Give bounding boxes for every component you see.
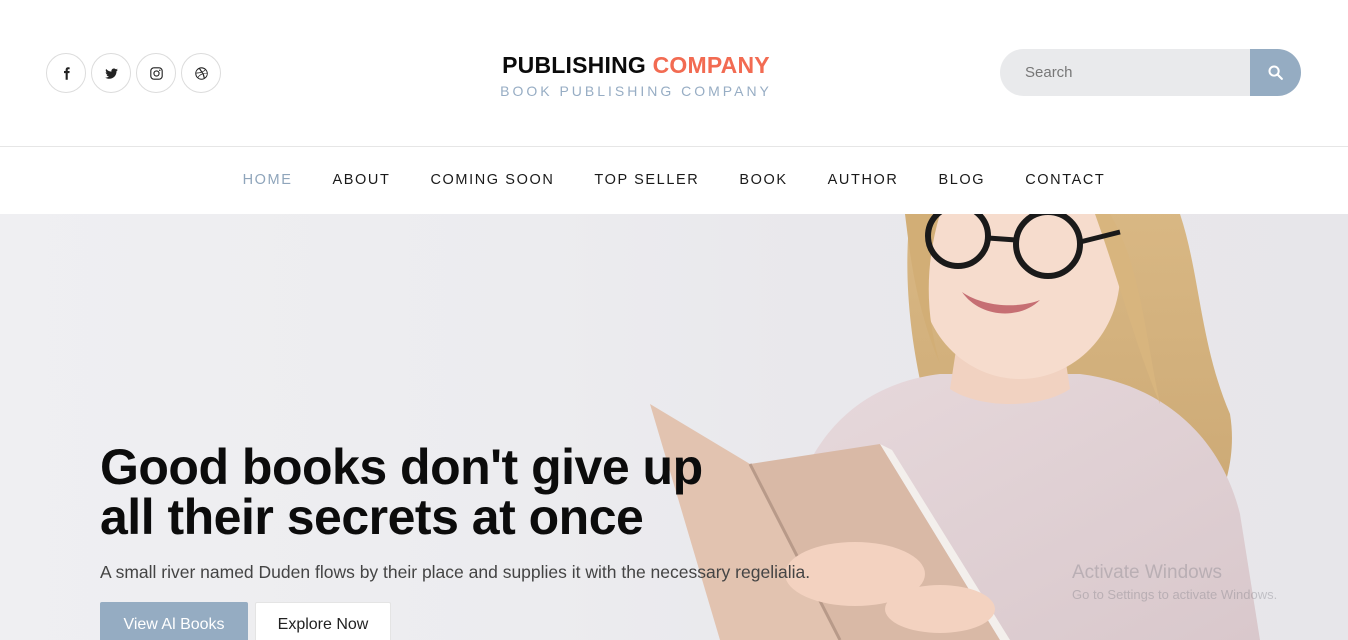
hero-text: Good books don't give up all their secre… xyxy=(100,442,810,583)
nav-item-home[interactable]: HOME xyxy=(223,172,313,188)
brand-logo[interactable]: PUBLISHING COMPANY BOOK PUBLISHING COMPA… xyxy=(474,50,798,99)
brand-name-part1: PUBLISHING xyxy=(502,52,646,78)
top-header: PUBLISHING COMPANY BOOK PUBLISHING COMPA… xyxy=(0,0,1348,146)
dribbble-icon xyxy=(194,66,208,80)
social-links xyxy=(46,53,221,93)
nav-item-book[interactable]: BOOK xyxy=(719,172,807,188)
instagram-icon xyxy=(149,66,163,80)
search-input[interactable] xyxy=(1000,49,1252,96)
facebook-link[interactable] xyxy=(46,53,86,93)
nav-item-about[interactable]: ABOUT xyxy=(313,172,411,188)
main-nav: HOME ABOUT COMING SOON TOP SELLER BOOK A… xyxy=(0,146,1348,214)
windows-activation-watermark: Activate Windows Go to Settings to activ… xyxy=(1072,562,1277,602)
watermark-subtitle: Go to Settings to activate Windows. xyxy=(1072,587,1278,602)
nav-item-contact[interactable]: CONTACT xyxy=(1005,172,1125,188)
hero-subtitle: A small river named Duden flows by their… xyxy=(100,562,811,582)
hero-title-line2: all their secrets at once xyxy=(100,489,644,545)
brand-name-part2: COMPANY xyxy=(652,52,770,78)
twitter-icon xyxy=(104,67,118,79)
brand-name: PUBLISHING COMPANY xyxy=(474,50,798,80)
hero-title: Good books don't give up all their secre… xyxy=(100,442,800,542)
nav-item-coming-soon[interactable]: COMING SOON xyxy=(410,172,574,188)
brand-tagline: BOOK PUBLISHING COMPANY xyxy=(500,83,772,99)
twitter-link[interactable] xyxy=(91,53,131,93)
nav-item-top-seller[interactable]: TOP SELLER xyxy=(574,172,719,188)
explore-now-button[interactable]: Explore Now xyxy=(255,602,391,640)
nav-item-blog[interactable]: BLOG xyxy=(918,172,1005,188)
hero-section: Good books don't give up all their secre… xyxy=(0,214,1348,640)
search-button[interactable] xyxy=(1250,49,1301,96)
watermark-title: Activate Windows xyxy=(1072,562,1222,583)
nav-menu: HOME ABOUT COMING SOON TOP SELLER BOOK A… xyxy=(0,147,1348,213)
facebook-icon xyxy=(63,66,70,80)
search-box xyxy=(1000,49,1301,96)
hero-buttons: View Al Books Explore Now xyxy=(100,602,391,640)
search-icon xyxy=(1268,65,1283,80)
nav-item-author[interactable]: AUTHOR xyxy=(808,172,919,188)
dribbble-link[interactable] xyxy=(181,53,221,93)
hero-title-line1: Good books don't give up xyxy=(100,439,703,495)
instagram-link[interactable] xyxy=(136,53,176,93)
view-all-books-button[interactable]: View Al Books xyxy=(100,602,248,640)
